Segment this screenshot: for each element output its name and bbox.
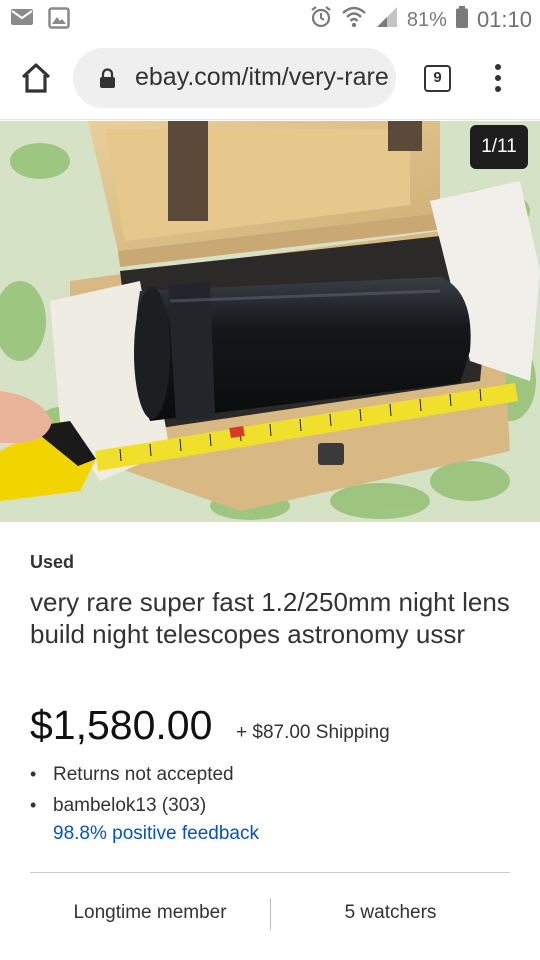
seller-meta: Longtime member 5 watchers: [30, 896, 510, 930]
shipping-cost: + $87.00 Shipping: [236, 722, 390, 743]
notification-icons: [10, 7, 70, 34]
listing-title: very rare super fast 1.2/250mm night len…: [30, 587, 510, 649]
battery-level: 81%: [406, 8, 447, 31]
bullet-icon: •: [30, 764, 37, 784]
browser-toolbar: ebay.com/itm/very-rare 9: [0, 36, 540, 120]
clock: 01:10: [476, 7, 532, 32]
status-bar: 81% 01:10: [0, 0, 540, 36]
returns-policy: Returns not accepted: [53, 764, 234, 785]
url-text: ebay.com/itm/very-rare: [135, 63, 389, 91]
menu-dot-icon: [495, 64, 501, 70]
mail-icon: [10, 7, 34, 34]
lock-icon: [99, 68, 116, 93]
product-image[interactable]: 1/11: [0, 121, 540, 522]
listing-facts: • Returns not accepted • bambelok13 (303…: [30, 764, 234, 826]
divider: [30, 872, 510, 873]
product-photo-lens-in-box: [0, 121, 540, 522]
wifi-icon: [341, 5, 367, 35]
home-icon: [21, 63, 51, 93]
address-bar[interactable]: ebay.com/itm/very-rare: [73, 48, 396, 108]
returns-row: • Returns not accepted: [30, 764, 234, 795]
menu-dot-icon: [495, 86, 501, 92]
menu-dot-icon: [495, 75, 501, 81]
overflow-menu-button[interactable]: [488, 64, 508, 96]
seller-feedback-link[interactable]: 98.8% positive feedback: [53, 823, 259, 845]
alarm-icon: [309, 5, 333, 35]
image-counter: 1/11: [470, 125, 528, 169]
tab-switcher-button[interactable]: 9: [424, 65, 451, 92]
seller-name[interactable]: bambelok13 (303): [53, 795, 206, 817]
bullet-icon: •: [30, 795, 37, 815]
battery-icon: [455, 5, 469, 35]
signal-icon: [375, 5, 399, 35]
watchers-count: 5 watchers: [344, 902, 437, 923]
item-price: $1,580.00: [30, 702, 213, 748]
item-condition: Used: [30, 552, 75, 572]
seller-row: • bambelok13 (303): [30, 795, 234, 826]
image-icon: [48, 7, 70, 34]
home-button[interactable]: [18, 62, 54, 94]
seller-tenure: Longtime member: [73, 902, 227, 923]
